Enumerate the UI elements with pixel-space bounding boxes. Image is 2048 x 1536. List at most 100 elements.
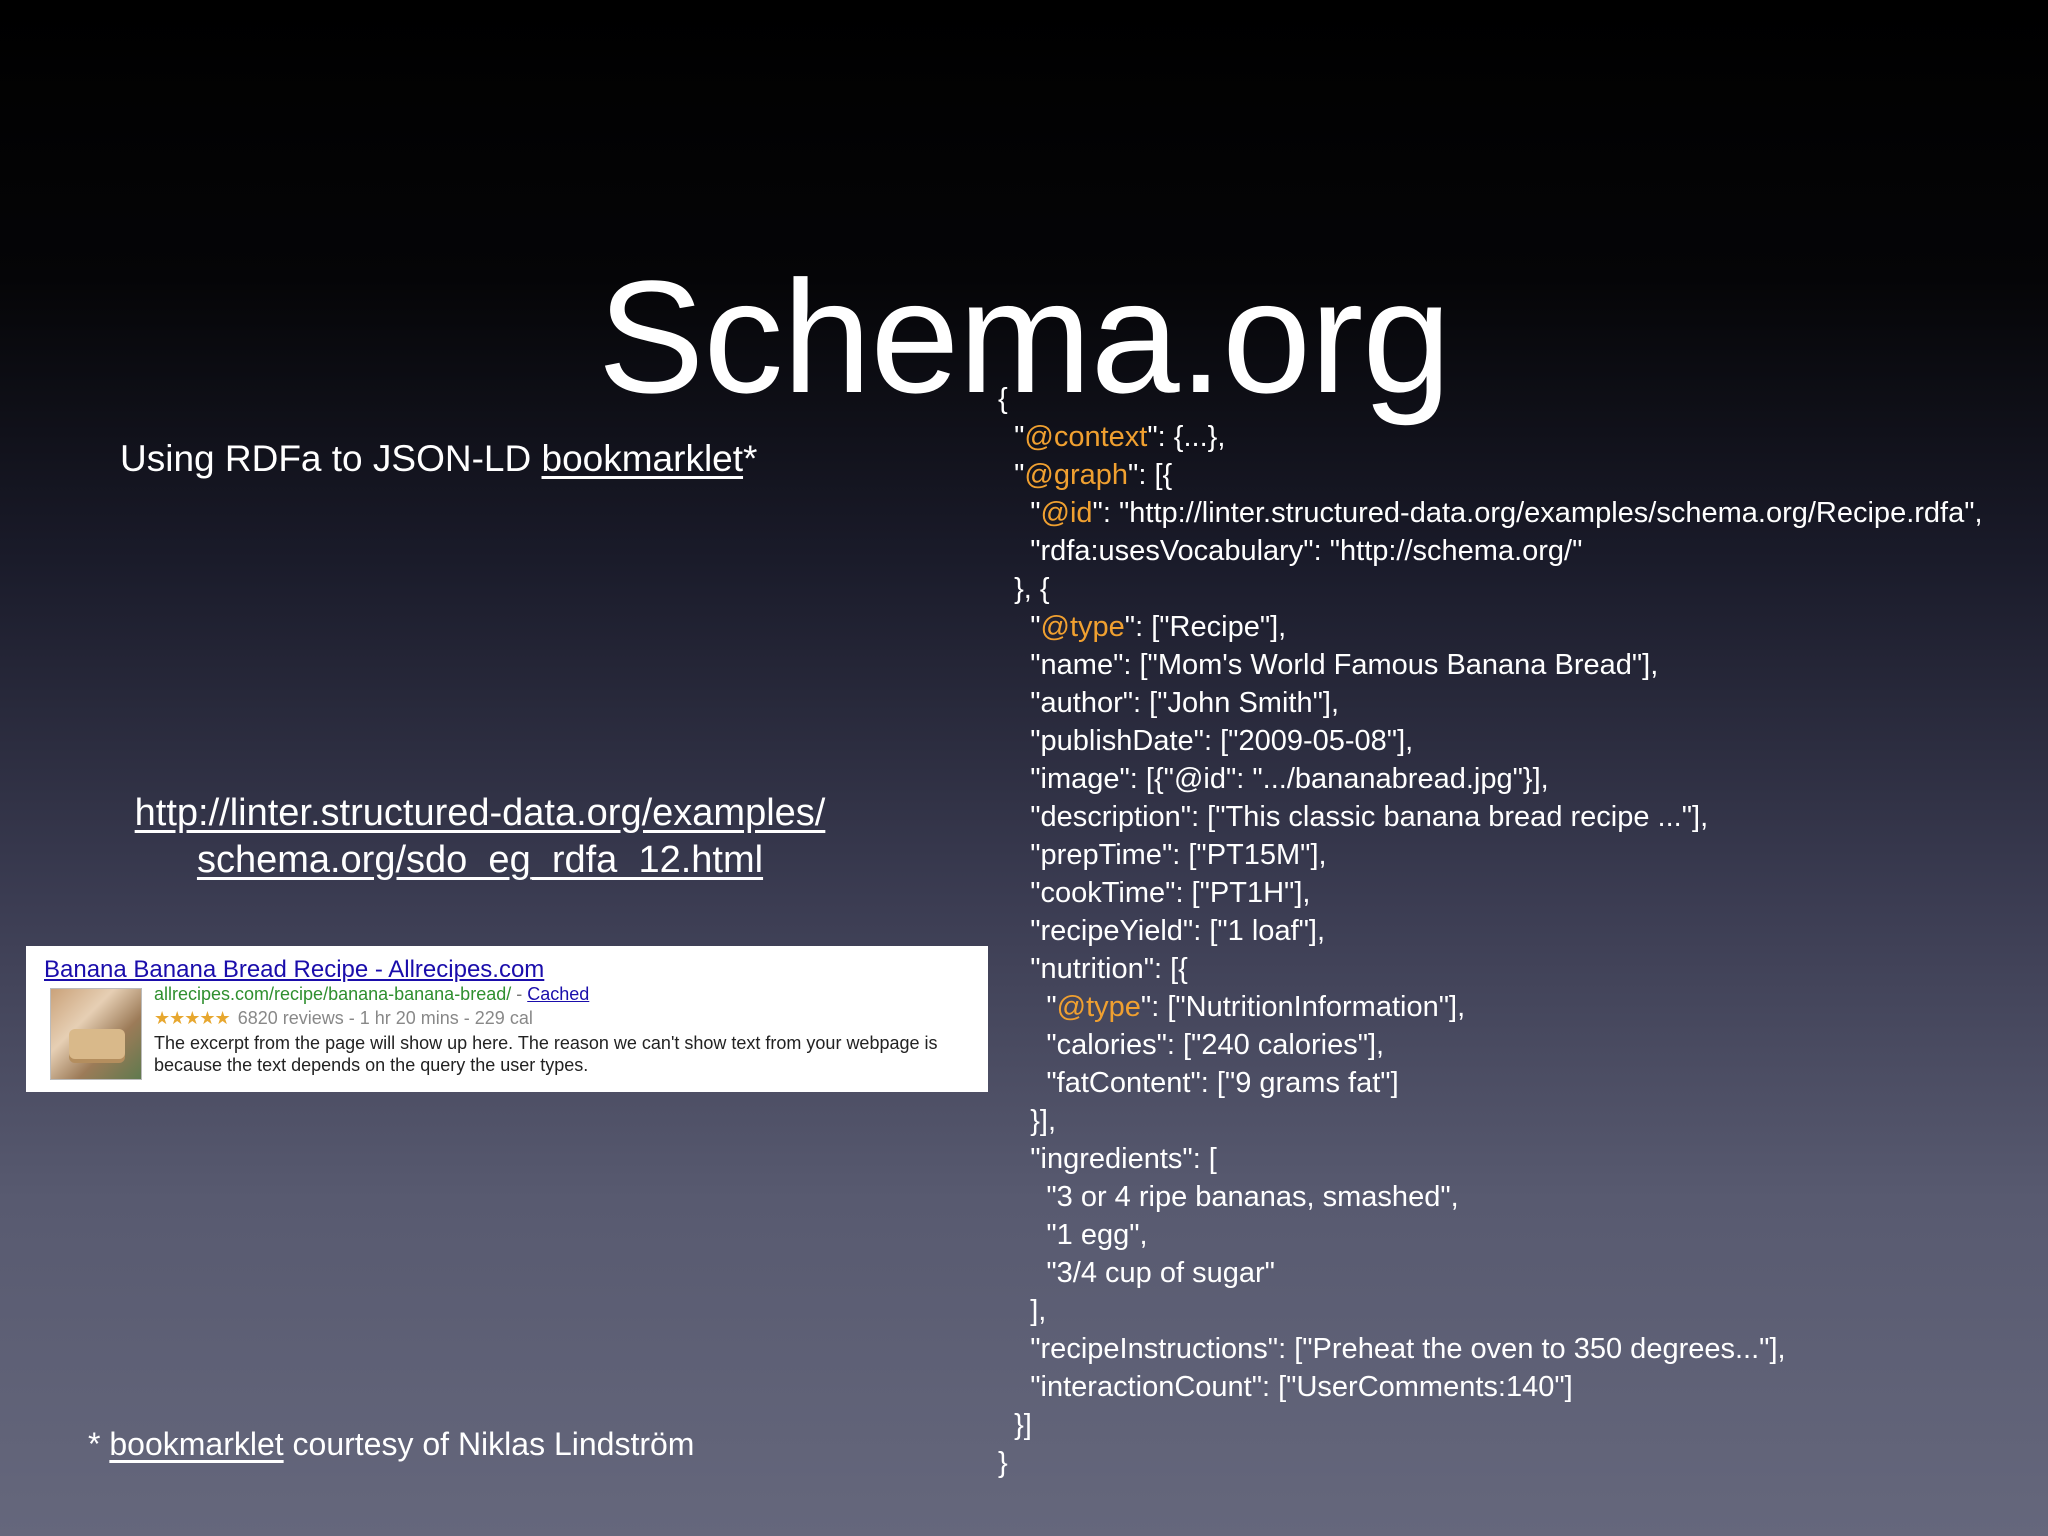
code-line: "name": ["Mom's World Famous Banana Brea… [998,646,2038,684]
code-text: : ["Recipe"], [1135,611,1287,643]
code-text: : [{ [1138,459,1173,491]
search-result-meta: ★★★★★ 6820 reviews - 1 hr 20 mins - 229 c… [154,1008,533,1029]
code-line: "prepTime": ["PT15M"], [998,836,2038,874]
code-line: "description": ["This classic banana bre… [998,798,2038,836]
code-line: "@graph": [{ [998,456,2038,494]
code-text: } [998,1447,1008,1479]
code-text: "3 or 4 ripe bananas, smashed", [1046,1181,1459,1213]
code-line: "image": [{"@id": ".../bananabread.jpg"}… [998,760,2038,798]
code-line: "3 or 4 ripe bananas, smashed", [998,1178,2038,1216]
search-result-title-link[interactable]: Banana Banana Bread Recipe - Allrecipes.… [44,956,544,984]
example-url-link[interactable]: http://linter.structured-data.org/exampl… [100,790,860,884]
code-text: : "http://linter.structured-data.org/exa… [1102,497,1983,529]
subtitle-asterisk: * [743,438,758,479]
code-text: "publishDate": ["2009-05-08"], [1030,725,1414,757]
footnote: * bookmarklet courtesy of Niklas Lindstr… [88,1424,694,1464]
cached-link[interactable]: Cached [527,984,589,1004]
code-line: "nutrition": [{ [998,950,2038,988]
json-ld-code-block: { "@context": {...}, "@graph": [{ "@id":… [998,380,2038,1482]
code-text: { [998,383,1008,415]
code-line: "recipeInstructions": ["Preheat the oven… [998,1330,2038,1368]
code-line: "@type": ["NutritionInformation"], [998,988,2038,1026]
example-url-line-2[interactable]: schema.org/sdo_eg_rdfa_12.html [100,837,860,884]
code-text: "3/4 cup of sugar" [1046,1257,1275,1289]
footnote-bookmarklet-link[interactable]: bookmarklet [109,1426,283,1462]
code-line: "3/4 cup of sugar" [998,1254,2038,1292]
example-url-line-1[interactable]: http://linter.structured-data.org/exampl… [100,790,860,837]
code-text: "description": ["This classic banana bre… [1030,801,1709,833]
code-line: "@context": {...}, [998,418,2038,456]
url-separator: - [511,984,528,1004]
code-line: }], [998,1102,2038,1140]
code-text: "cookTime": ["PT1H"], [1030,877,1311,909]
slide: Schema.org Using RDFa to JSON-LD bookmar… [0,0,2048,1536]
code-keyword: @type [1056,991,1141,1023]
banana-bread-thumbnail [50,988,142,1080]
code-text: ], [1030,1295,1047,1327]
code-line: { [998,380,2038,418]
code-text: "nutrition": [{ [1030,953,1188,985]
code-line: "interactionCount": ["UserComments:140"] [998,1368,2038,1406]
search-result-url: allrecipes.com/recipe/banana-banana-brea… [154,984,589,1005]
code-line: "@id": "http://linter.structured-data.or… [998,494,2038,532]
search-result-url-text: allrecipes.com/recipe/banana-banana-brea… [154,984,512,1004]
subtitle: Using RDFa to JSON-LD bookmarklet* [120,436,757,482]
code-keyword: @id [1040,497,1093,529]
code-line: ], [998,1292,2038,1330]
footnote-prefix: * [88,1426,110,1462]
code-line: }] [998,1406,2038,1444]
search-result-description: The excerpt from the page will show up h… [154,1033,938,1075]
code-text: : ["NutritionInformation"], [1151,991,1466,1023]
rating-stars-icon: ★★★★★ [154,1008,231,1028]
code-keyword: @context [1024,421,1148,453]
search-result-meta-text: 6820 reviews - 1 hr 20 mins - 229 cal [237,1008,533,1028]
code-line: "author": ["John Smith"], [998,684,2038,722]
code-line: "publishDate": ["2009-05-08"], [998,722,2038,760]
code-line: }, { [998,570,2038,608]
code-line: "fatContent": ["9 grams fat"] [998,1064,2038,1102]
code-line: "calories": ["240 calories"], [998,1026,2038,1064]
code-text: : {...}, [1157,421,1226,453]
code-text: "calories": ["240 calories"], [1046,1029,1385,1061]
code-text: "1 egg", [1046,1219,1148,1251]
code-text: "prepTime": ["PT15M"], [1030,839,1327,871]
code-line: "recipeYield": ["1 loaf"], [998,912,2038,950]
code-text: }, { [1014,573,1050,605]
code-line: "rdfa:usesVocabulary": "http://schema.or… [998,532,2038,570]
code-text: }], [1030,1105,1057,1137]
subtitle-prefix: Using RDFa to JSON-LD [120,438,542,479]
code-text: "name": ["Mom's World Famous Banana Brea… [1030,649,1659,681]
code-line: "1 egg", [998,1216,2038,1254]
code-text: "author": ["John Smith"], [1030,687,1339,719]
search-result-snippet: Banana Banana Bread Recipe - Allrecipes.… [26,946,988,1092]
bookmarklet-link[interactable]: bookmarklet [542,438,744,479]
code-text: }] [1014,1409,1032,1441]
code-text: "recipeInstructions": ["Preheat the oven… [1030,1333,1786,1365]
code-text: "interactionCount": ["UserComments:140"] [1030,1371,1573,1403]
code-line: "@type": ["Recipe"], [998,608,2038,646]
code-text: "recipeYield": ["1 loaf"], [1030,915,1326,947]
code-line: "ingredients": [ [998,1140,2038,1178]
